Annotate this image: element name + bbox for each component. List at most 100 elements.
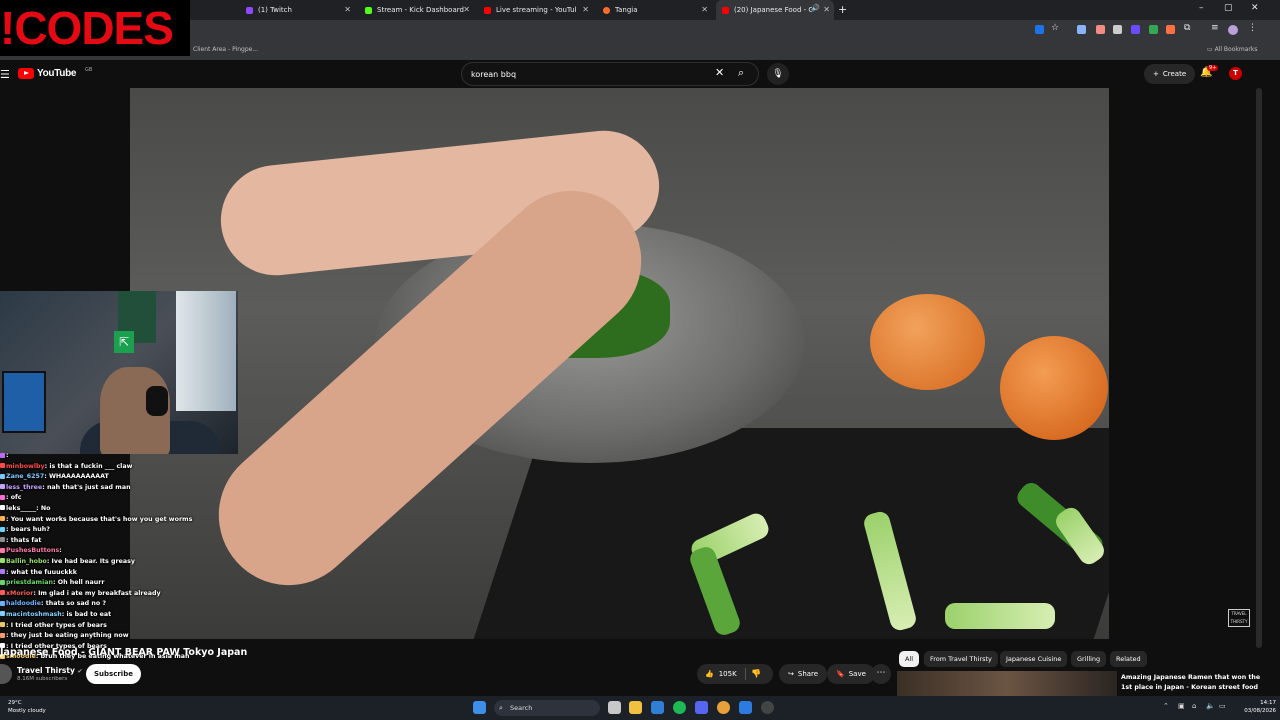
close-tab-icon[interactable]: ✕ xyxy=(344,5,351,14)
voice-search-button[interactable]: 🎙 xyxy=(767,63,789,85)
tray-chevron-icon[interactable]: ⌃ xyxy=(1163,702,1169,710)
chat-message: xMorior: Im glad i ate my breakfast alre… xyxy=(0,589,215,600)
all-bookmarks[interactable]: ▭ All Bookmarks xyxy=(1207,46,1257,53)
browser-tab-twitch[interactable]: (1) Twitch ✕ xyxy=(240,0,355,20)
store-icon[interactable] xyxy=(651,701,664,714)
notification-count-badge: 9+ xyxy=(1207,65,1219,71)
related-video-title[interactable]: Amazing Japanese Ramen that won the 1st … xyxy=(1121,673,1261,693)
close-window-button[interactable]: ✕ xyxy=(1251,3,1259,13)
extension-icon[interactable] xyxy=(1166,25,1175,34)
volume-icon[interactable]: 🔈 xyxy=(1206,702,1215,710)
youtube-logo[interactable]: YouTube GB xyxy=(18,67,92,79)
search-icon[interactable]: ⌕ xyxy=(738,66,744,80)
tangia-icon xyxy=(603,6,610,14)
channel-avatar[interactable] xyxy=(0,664,12,684)
battery-icon[interactable]: ▭ xyxy=(1219,702,1226,710)
close-tab-icon[interactable]: ✕ xyxy=(701,5,708,14)
browser-tab-kick[interactable]: Stream - Kick Dashboard ✕ xyxy=(359,0,474,20)
close-tab-icon[interactable]: ✕ xyxy=(823,5,830,14)
profile-avatar[interactable] xyxy=(1228,25,1238,35)
chip-from-travel-thirsty[interactable]: From Travel Thirsty xyxy=(924,651,998,667)
share-button[interactable]: ↪ Share xyxy=(779,664,828,684)
chrome-icon[interactable] xyxy=(717,701,730,714)
extension-icon[interactable] xyxy=(1096,25,1105,34)
channel-name[interactable]: Travel Thirsty ✔ xyxy=(17,666,83,675)
channel-watermark[interactable]: TRAVEL THIRSTY xyxy=(1228,609,1250,627)
account-avatar[interactable]: T xyxy=(1229,67,1242,80)
chat-overlay: : minbowlby: is that a fuckin ___ claw Za… xyxy=(0,451,215,663)
extension-icon[interactable] xyxy=(1113,25,1122,34)
video-onion xyxy=(1000,336,1108,440)
minimize-button[interactable]: – xyxy=(1199,3,1204,13)
bookmark-star-icon[interactable]: ☆ xyxy=(1051,23,1059,33)
browser-tab-youtube-studio[interactable]: Live streaming - YouTube Studio ✕ xyxy=(478,0,593,20)
browser-menu-icon[interactable]: ⋮ xyxy=(1248,23,1257,33)
video-player[interactable] xyxy=(130,88,1109,639)
taskbar-search-label: Search xyxy=(510,704,533,712)
network-icon[interactable]: ⌂ xyxy=(1192,702,1196,710)
system-clock[interactable]: 14:17 03/08/2026 xyxy=(1236,699,1276,715)
extension-icon[interactable] xyxy=(1077,25,1086,34)
taskbar-search[interactable]: ⌕ Search xyxy=(494,700,600,716)
country-code: GB xyxy=(85,67,93,73)
like-count: 105K xyxy=(718,670,737,678)
stream-overlay-logo: !CODES xyxy=(0,0,190,56)
browser-tab-tangia[interactable]: Tangia ✕ xyxy=(597,0,712,20)
audio-icon[interactable]: 🔊 xyxy=(811,4,820,12)
dislike-button[interactable]: 👎 xyxy=(751,664,761,684)
weather-widget[interactable]: 29°C Mostly cloudy xyxy=(8,699,46,715)
bookmark-client-area[interactable]: Client Area - Pingpe... xyxy=(193,46,258,53)
extension-icon[interactable] xyxy=(1131,25,1140,34)
extension-icon[interactable] xyxy=(1149,25,1158,34)
chip-grilling[interactable]: Grilling xyxy=(1071,651,1107,667)
file-explorer-icon[interactable] xyxy=(629,701,642,714)
maximize-button[interactable]: ▢ xyxy=(1224,3,1233,13)
extension-icon[interactable] xyxy=(1035,25,1044,34)
clear-search-icon[interactable]: ✕ xyxy=(715,66,724,79)
more-actions-button[interactable]: ⋯ xyxy=(871,664,891,684)
chat-text: is bad to eat xyxy=(66,610,112,618)
close-tab-icon[interactable]: ✕ xyxy=(463,5,470,14)
chip-all[interactable]: All xyxy=(899,651,920,667)
close-tab-icon[interactable]: ✕ xyxy=(582,5,589,14)
chat-text: thats fat xyxy=(10,536,42,544)
app-icon[interactable] xyxy=(739,701,752,714)
chat-username: priestdamian xyxy=(6,579,54,587)
tab-search-icon[interactable]: ≡ xyxy=(1211,23,1219,33)
new-tab-button[interactable]: + xyxy=(838,3,847,16)
chat-text: WHAAAAAAAAAT xyxy=(48,473,109,481)
chat-text: nah that's just sad man xyxy=(46,483,131,491)
chip-japanese-cuisine[interactable]: Japanese Cuisine xyxy=(1000,651,1068,667)
subscribe-button[interactable]: Subscribe xyxy=(86,664,141,684)
puzzle-icon[interactable]: ⧉ xyxy=(1184,23,1190,33)
browser-toolbar: ☆ ⧉ ≡ ⋮ Client Area - Pingpe... ▭ All Bo… xyxy=(0,20,1280,60)
browser-tab-youtube-active[interactable]: (20) Japanese Food - GIANT 🔊 ✕ xyxy=(716,0,834,20)
chip-related[interactable]: Related xyxy=(1110,651,1147,667)
chat-message: : You want works because that's how you … xyxy=(0,515,215,526)
browser-tab-strip: (1) Twitch ✕ Stream - Kick Dashboard ✕ L… xyxy=(0,0,1280,20)
hamburger-menu-icon[interactable]: ☰ xyxy=(0,68,10,81)
chat-message: : I tried other types of bears xyxy=(0,621,215,632)
chat-badge-icon xyxy=(0,505,5,511)
create-button[interactable]: + Create xyxy=(1144,64,1196,84)
search-input[interactable] xyxy=(469,67,709,81)
related-video-thumbnail[interactable] xyxy=(897,671,1117,696)
chat-username: haldoodie xyxy=(6,600,41,608)
youtube-icon xyxy=(722,6,729,14)
spotify-icon[interactable] xyxy=(673,701,686,714)
chat-message: Zane_6257: WHAAAAAAAAAT xyxy=(0,472,215,483)
youtube-studio-icon xyxy=(484,6,491,14)
like-button[interactable]: 👍 105K xyxy=(705,664,737,684)
windows-start-icon[interactable] xyxy=(473,701,486,714)
create-label: Create xyxy=(1162,70,1187,78)
task-view-icon[interactable] xyxy=(608,701,621,714)
chat-text: what the fuuuckkk xyxy=(10,568,77,576)
chat-username: leks_____ xyxy=(6,504,37,512)
obs-icon[interactable] xyxy=(761,701,774,714)
discord-icon[interactable] xyxy=(695,701,708,714)
tray-app-icon[interactable]: ▣ xyxy=(1178,702,1185,710)
chat-message: haldoodie: thats so sad no ? xyxy=(0,599,215,610)
tab-label: (20) Japanese Food - GIANT xyxy=(734,6,812,14)
page-scrollbar[interactable] xyxy=(1256,88,1262,648)
save-button[interactable]: 🔖 Save xyxy=(827,664,875,684)
